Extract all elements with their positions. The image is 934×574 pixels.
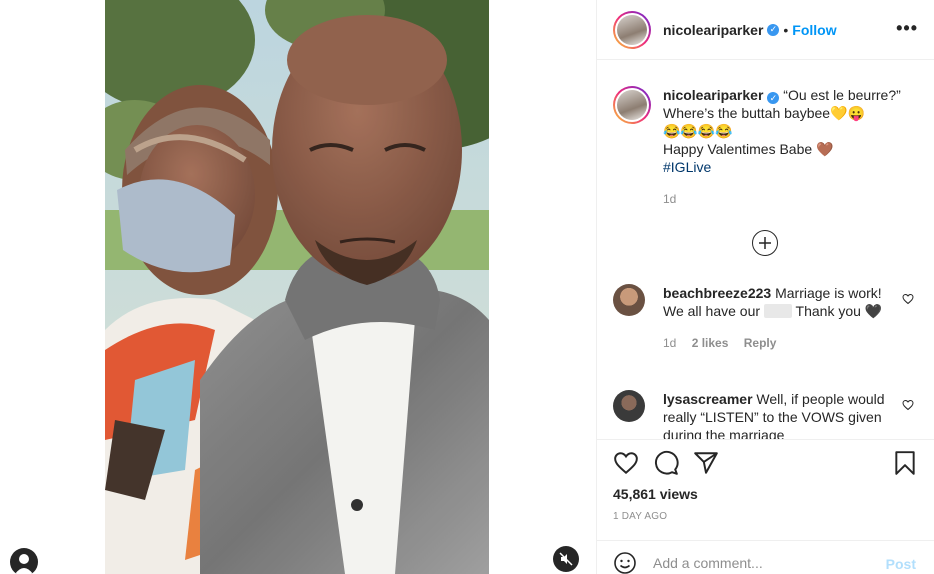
comment-likes[interactable]: 2 likes xyxy=(692,336,729,350)
comment-like-heart-icon[interactable] xyxy=(902,398,914,414)
verified-badge-icon: ✓ xyxy=(767,92,780,104)
speaker-muted-icon xyxy=(559,552,573,566)
comment-composer: Post xyxy=(597,540,934,574)
video-frame xyxy=(105,0,489,574)
more-options-icon[interactable]: ••• xyxy=(896,18,918,39)
share-icon[interactable] xyxy=(693,450,719,479)
comment-age: 1d xyxy=(663,336,677,350)
comment-item: beachbreeze223 Marriage is work! We all … xyxy=(613,284,918,384)
comment-body: lysascreamer Well, if people would reall… xyxy=(663,390,903,439)
caption-line-2: Where’s the buttah baybee💛😛 xyxy=(663,105,865,121)
plus-circle-icon[interactable] xyxy=(752,230,778,256)
caption-body: nicoleariparker ✓ “Ou est le beurre?” Whe… xyxy=(663,86,903,208)
caption-username[interactable]: nicoleariparker xyxy=(663,87,763,103)
media-area xyxy=(0,0,597,574)
reply-button[interactable]: Reply xyxy=(744,336,777,350)
post-comment-button[interactable]: Post xyxy=(886,556,916,572)
commenter-photo xyxy=(613,284,645,316)
author-avatar[interactable] xyxy=(613,10,651,49)
comments-scroll-area[interactable]: nicoleariparker ✓ “Ou est le beurre?” Whe… xyxy=(597,60,934,440)
caption-age-text: 1d xyxy=(663,192,677,206)
comment-item: lysascreamer Well, if people would reall… xyxy=(613,390,918,439)
verified-badge-icon: ✓ xyxy=(767,23,780,36)
comment-username[interactable]: lysascreamer xyxy=(663,391,753,407)
comment-icon[interactable] xyxy=(653,450,679,479)
separator-dot: • xyxy=(783,21,789,38)
caption-hashtag[interactable]: #IGLive xyxy=(663,158,903,176)
caption-row: nicoleariparker ✓ “Ou est le beurre?” Whe… xyxy=(613,86,918,216)
caption-line-4: Happy Valentimes Babe 🤎 xyxy=(663,141,834,157)
caption-age: 1d xyxy=(663,190,903,208)
author-photo xyxy=(617,14,647,45)
redacted-emoji xyxy=(763,304,792,318)
comment-like-heart-icon[interactable] xyxy=(902,292,914,308)
view-count[interactable]: 45,861 views xyxy=(613,486,698,502)
post-video[interactable] xyxy=(105,0,489,574)
comment-text-end: Thank you 🖤 xyxy=(795,303,883,319)
caption-line-1: “Ou est le beurre?” xyxy=(783,87,901,103)
heart-icon[interactable] xyxy=(613,450,639,479)
commenter-photo xyxy=(613,390,645,422)
caption-line-3: 😂😂😂😂 xyxy=(663,123,733,139)
comment-username[interactable]: beachbreeze223 xyxy=(663,285,771,301)
post-header: nicoleariparker ✓ • Follow ••• xyxy=(597,0,934,60)
post-age: 1 DAY AGO xyxy=(613,511,668,522)
post-details-panel: nicoleariparker ✓ • Follow ••• nicoleari… xyxy=(597,0,934,574)
viewer-avatar-icon[interactable] xyxy=(10,548,38,574)
action-bar xyxy=(613,450,918,478)
commenter-avatar[interactable] xyxy=(613,390,645,422)
author-username[interactable]: nicoleariparker xyxy=(663,22,763,38)
comment-meta: 1d 2 likes Reply xyxy=(663,334,903,352)
comment-input[interactable] xyxy=(653,555,873,571)
mute-button[interactable] xyxy=(553,546,579,572)
bookmark-icon[interactable] xyxy=(892,450,918,479)
follow-button[interactable]: Follow xyxy=(792,22,836,38)
caption-photo xyxy=(617,90,647,120)
user-silhouette-icon xyxy=(15,554,33,574)
commenter-avatar[interactable] xyxy=(613,284,645,316)
caption-avatar[interactable] xyxy=(613,86,651,124)
smiley-icon[interactable] xyxy=(613,551,637,574)
header-meta: nicoleariparker ✓ • Follow xyxy=(663,22,837,38)
plus-icon xyxy=(759,237,771,249)
comment-body: beachbreeze223 Marriage is work! We all … xyxy=(663,284,903,352)
